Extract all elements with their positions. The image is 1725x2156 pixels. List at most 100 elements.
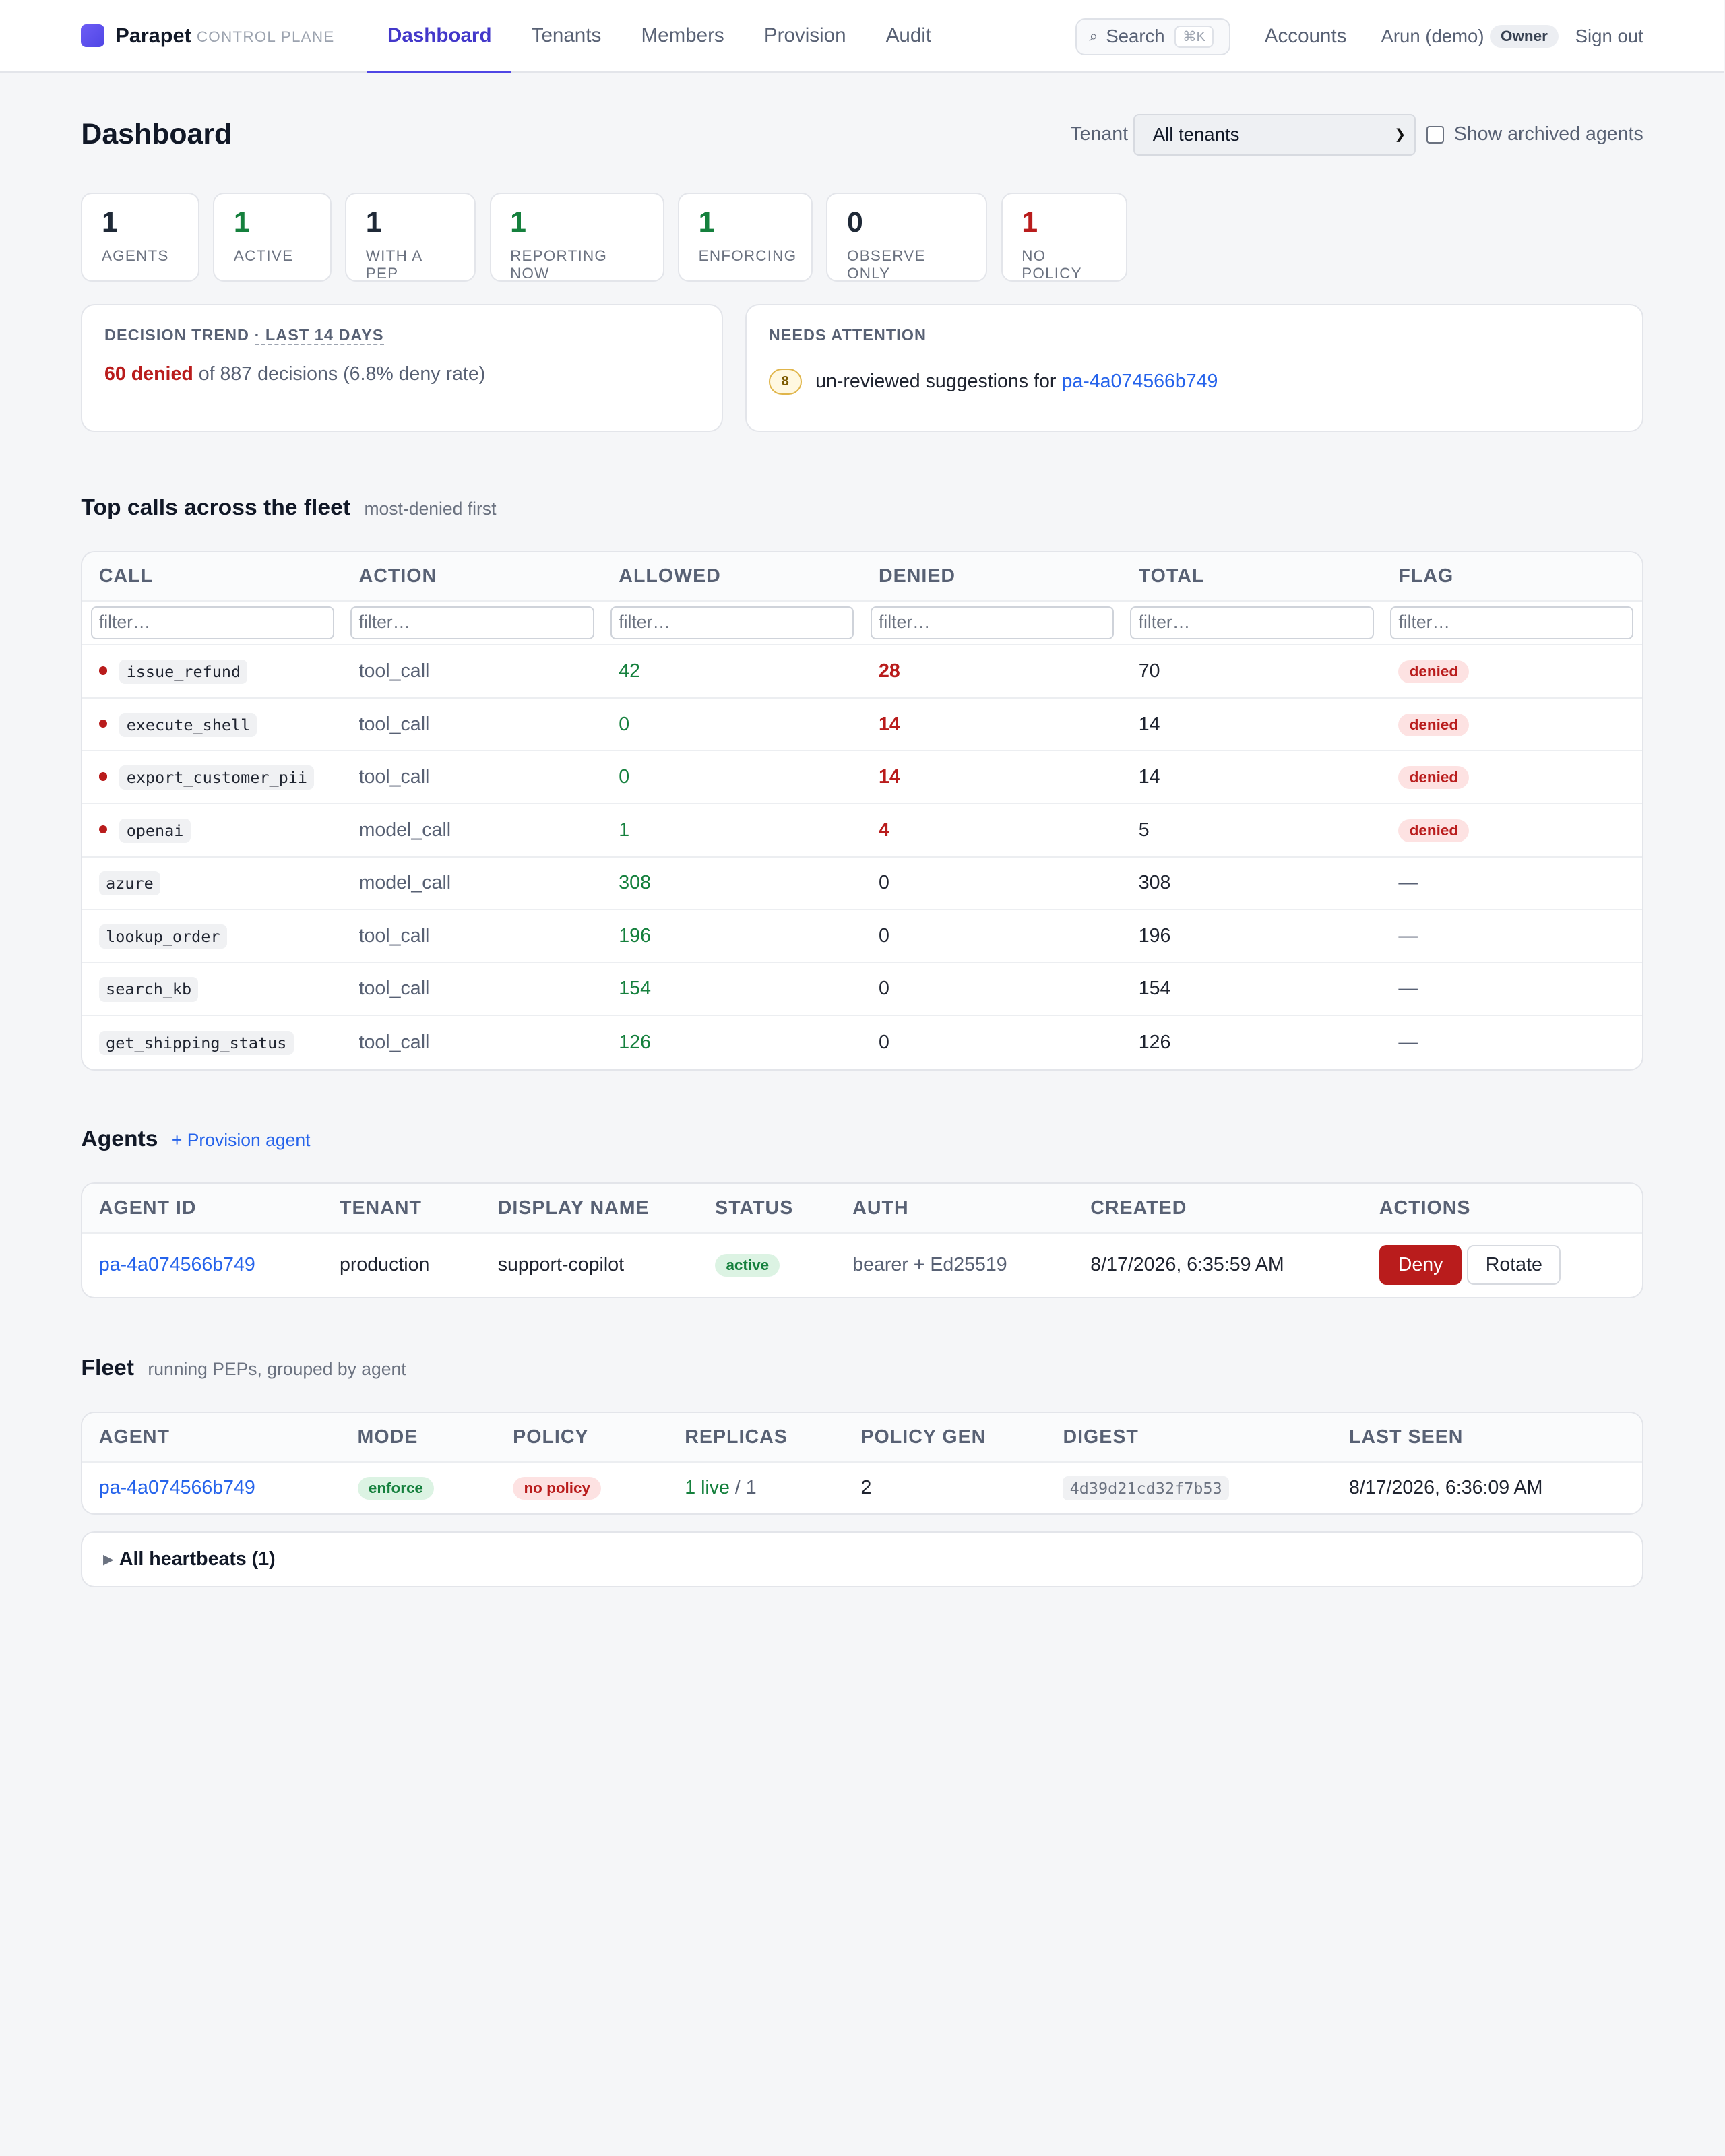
- trend-window[interactable]: · LAST 14 DAYS: [254, 325, 384, 345]
- panel-title: DECISION TREND · LAST 14 DAYS: [104, 325, 700, 345]
- show-archived-checkbox[interactable]: [1426, 125, 1445, 144]
- table-row[interactable]: execute_shell tool_call 0 14 14 denied: [82, 699, 1642, 752]
- col-display-name: DISPLAY NAME: [497, 1197, 650, 1219]
- stat-card-observe-only: 0 OBSERVE ONLY: [826, 192, 988, 282]
- rotate-button[interactable]: Rotate: [1467, 1245, 1561, 1286]
- page-header: Dashboard Tenant All tenants ❯ Show arch…: [81, 114, 1643, 156]
- table-row: pa-4a074566b749 production support-copil…: [82, 1234, 1641, 1297]
- call-name: export_customer_pii: [119, 765, 315, 790]
- call-denied: 14: [879, 766, 900, 788]
- nav-tabs: Dashboard Tenants Members Provision Audi…: [367, 0, 951, 74]
- table-row[interactable]: search_kb tool_call 154 0 154 —: [82, 963, 1642, 1017]
- denied-count: 60 denied: [104, 363, 193, 385]
- call-allowed: 42: [619, 660, 641, 683]
- table-row[interactable]: get_shipping_status tool_call 126 0 126 …: [82, 1016, 1641, 1069]
- col-allowed[interactable]: ALLOWED: [602, 565, 862, 588]
- decision-trend-panel: DECISION TREND · LAST 14 DAYS 60 denied …: [81, 303, 724, 432]
- table-row[interactable]: azure model_call 308 0 308 —: [82, 858, 1642, 911]
- fleet-table: AGENT MODE POLICY REPLICAS POLICY GEN DI…: [81, 1412, 1643, 1515]
- disclosure-triangle-icon: ▶: [103, 1552, 114, 1568]
- brand-name: Parapet: [115, 24, 191, 47]
- all-heartbeats-toggle[interactable]: ▶ All heartbeats (1): [81, 1531, 1643, 1588]
- filter-call-input[interactable]: filter…: [90, 606, 334, 640]
- call-total: 5: [1138, 819, 1150, 841]
- col-flag[interactable]: FLAG: [1382, 565, 1629, 588]
- stat-card-active: 1 ACTIVE: [213, 192, 332, 282]
- call-allowed: 0: [619, 766, 630, 788]
- show-archived-label[interactable]: Show archived agents: [1454, 123, 1643, 146]
- section-title: Fleet: [81, 1356, 134, 1381]
- accounts-link[interactable]: Accounts: [1265, 25, 1347, 48]
- fleet-header: Fleet running PEPs, grouped by agent: [81, 1356, 1643, 1381]
- sign-out-link[interactable]: Sign out: [1575, 26, 1643, 47]
- call-allowed: 154: [619, 978, 651, 1000]
- call-name: azure: [98, 871, 160, 896]
- agent-tenant: production: [340, 1254, 430, 1276]
- call-allowed: 0: [619, 713, 630, 735]
- table-row[interactable]: issue_refund tool_call 42 28 70 denied: [82, 645, 1642, 699]
- col-total[interactable]: TOTAL: [1122, 565, 1382, 588]
- nav-right: ⌕ Search ⌘K Accounts Arun (demo) Owner S…: [1075, 0, 1643, 73]
- table-row[interactable]: openai model_call 1 4 5 denied: [82, 804, 1642, 858]
- section-title: Agents: [81, 1127, 158, 1152]
- col-auth: AUTH: [852, 1197, 909, 1219]
- filter-total-input[interactable]: filter…: [1130, 606, 1374, 640]
- brand-subtitle: CONTROL PLANE: [196, 28, 335, 46]
- flag-badge: denied: [1398, 713, 1470, 736]
- all-heartbeats-label: All heartbeats (1): [119, 1548, 276, 1571]
- replicas-live: 1 live: [685, 1477, 730, 1498]
- col-policy: POLICY: [513, 1426, 589, 1448]
- filter-allowed-input[interactable]: filter…: [610, 606, 854, 640]
- col-mode: MODE: [357, 1426, 418, 1448]
- tab-tenants[interactable]: Tenants: [511, 1, 621, 73]
- search-button[interactable]: ⌕ Search ⌘K: [1075, 18, 1230, 55]
- tab-dashboard[interactable]: Dashboard: [367, 1, 512, 74]
- filter-flag-input[interactable]: filter…: [1390, 606, 1634, 640]
- section-subtitle: running PEPs, grouped by agent: [148, 1359, 406, 1380]
- col-denied[interactable]: DENIED: [862, 565, 1123, 588]
- agent-id-link[interactable]: pa-4a074566b749: [82, 1254, 323, 1276]
- call-total: 308: [1138, 872, 1171, 894]
- tab-audit[interactable]: Audit: [866, 1, 951, 73]
- provision-agent-link[interactable]: + Provision agent: [172, 1130, 311, 1151]
- call-name: search_kb: [98, 977, 199, 1002]
- call-name: get_shipping_status: [98, 1030, 294, 1056]
- top-calls-table: CALL ACTION ALLOWED DENIED TOTAL FLAG fi…: [81, 550, 1643, 1071]
- call-action: tool_call: [358, 1032, 430, 1053]
- call-allowed: 196: [619, 924, 651, 947]
- col-action[interactable]: ACTION: [342, 565, 602, 588]
- call-action: tool_call: [358, 660, 430, 683]
- table-row[interactable]: lookup_order tool_call 196 0 196 —: [82, 910, 1642, 963]
- filter-denied-input[interactable]: filter…: [870, 606, 1114, 640]
- call-action: model_call: [358, 819, 451, 841]
- tab-provision[interactable]: Provision: [744, 1, 866, 73]
- deny-button[interactable]: Deny: [1379, 1245, 1462, 1286]
- filter-action-input[interactable]: filter…: [350, 606, 594, 640]
- flag-badge: denied: [1398, 660, 1470, 684]
- section-subtitle: most-denied first: [364, 498, 497, 519]
- stat-value: 1: [233, 206, 250, 239]
- fleet-agent-link[interactable]: pa-4a074566b749: [82, 1477, 341, 1499]
- tenant-select[interactable]: All tenants ❯: [1133, 114, 1416, 156]
- top-nav: Parapet CONTROL PLANE Dashboard Tenants …: [0, 0, 1725, 74]
- tab-members[interactable]: Members: [621, 1, 744, 73]
- stat-value: 1: [698, 206, 715, 239]
- brand[interactable]: Parapet CONTROL PLANE: [81, 24, 334, 48]
- call-denied: 0: [879, 978, 889, 1000]
- col-call[interactable]: CALL: [82, 565, 342, 588]
- call-total: 196: [1138, 924, 1171, 947]
- attention-agent-link[interactable]: pa-4a074566b749: [1062, 371, 1218, 393]
- summary-panels: DECISION TREND · LAST 14 DAYS 60 denied …: [81, 303, 1643, 432]
- denied-dot-icon: [98, 825, 108, 834]
- table-row[interactable]: export_customer_pii tool_call 0 14 14 de…: [82, 751, 1642, 804]
- col-last-seen: LAST SEEN: [1348, 1426, 1464, 1448]
- call-denied: 4: [879, 819, 889, 841]
- section-title: Top calls across the fleet: [81, 495, 351, 520]
- stat-card-no-policy: 1 NO POLICY: [1001, 192, 1128, 282]
- stat-value: 1: [101, 206, 118, 239]
- call-denied: 0: [879, 872, 889, 894]
- call-flag: —: [1398, 1032, 1418, 1053]
- call-denied: 14: [879, 713, 900, 735]
- call-name: issue_refund: [119, 659, 248, 685]
- stat-card-reporting-now: 1 REPORTING NOW: [489, 192, 664, 282]
